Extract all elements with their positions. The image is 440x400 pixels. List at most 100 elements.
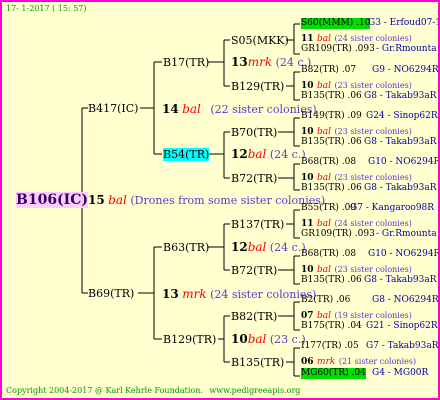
g4-num-3: 10 xyxy=(301,127,314,137)
g4-top-right-2: G9 - NO6294R xyxy=(372,65,439,75)
g4-top-2: B82(TR) .07 xyxy=(301,65,357,75)
g2-drones-3: 12bal (24 c.) xyxy=(231,240,306,254)
g4-bottom-right-1: - Gr.Rmounta xyxy=(376,44,437,54)
g4-bottom-5: GR109(TR) .093 xyxy=(301,229,375,239)
g4-bottom-7: B175(TR) .04 xyxy=(301,321,362,331)
g4-top-right-8: G7 - Takab93aR xyxy=(366,341,439,351)
g4-top-right-3: G24 - Sinop62R xyxy=(366,111,438,121)
g4-bottom-right-3: G8 - Takab93aR xyxy=(364,137,437,147)
g4-num-1: 11 xyxy=(301,34,314,44)
g4-top-8: I177(TR) .05 xyxy=(301,341,359,351)
g4-word-2: bal xyxy=(317,81,332,91)
g4-bottom-right-2: G8 - Takab93aR xyxy=(364,91,437,101)
footer: Copyright 2004-2017 @ Karl Kehrle Founda… xyxy=(6,386,300,396)
g4-top-1: S60(MMM) .10 xyxy=(301,18,371,29)
g4-bottom-1: GR109(TR) .093 xyxy=(301,44,375,54)
footer-copyright: Copyright 2004-2017 @ Karl Kehrle Founda… xyxy=(6,386,203,395)
g2-queen-2: B54(TR) xyxy=(163,148,210,161)
g1-queen-upper: B417(IC) xyxy=(88,102,139,115)
g4-num-2: 10 xyxy=(301,81,314,91)
g2-num-3: 12 xyxy=(231,240,248,254)
g4-bottom-6: B135(TR) .06 xyxy=(301,275,362,285)
g3-queen-6: B72(TR) xyxy=(231,264,278,277)
g4-drones-8: 06 mrk (21 sister colonies) xyxy=(301,354,416,368)
g1-num-upper: 14 xyxy=(162,102,179,116)
g4-note-6: (23 sister colonies) xyxy=(334,265,412,274)
g4-top-right-5: G7 - Kangaroo98R xyxy=(350,203,435,213)
g4-drones-1: 11 bal (24 sister colonies) xyxy=(301,31,412,45)
root-note: (Drones from some sister colonies) xyxy=(130,194,326,207)
g4-top-4: B68(TR) .08 xyxy=(301,157,357,167)
g4-word-4: bal xyxy=(317,173,332,183)
g4-bottom-2: B135(TR) .06 xyxy=(301,91,362,101)
g2-queen-1: B17(TR) xyxy=(163,56,210,69)
g3-queen-1: S05(MKK) xyxy=(231,34,289,47)
g4-num-7: 07 xyxy=(301,311,314,321)
g1-num-lower: 13 xyxy=(162,287,179,301)
g4-bottom-right-7: G21 - Sinop62R xyxy=(366,321,438,331)
g4-top-right-4: G10 - NO6294R xyxy=(368,157,440,167)
g4-top-right-6: G10 - NO6294R xyxy=(368,249,440,259)
g4-word-6: bal xyxy=(317,265,332,275)
g4-word-5: bal xyxy=(317,219,332,229)
g4-bottom-right-6: G8 - Takab93aR xyxy=(364,275,437,285)
g2-queen-3: B63(TR) xyxy=(163,241,210,254)
root-queen: B106(IC) xyxy=(16,192,88,208)
g4-note-1: (24 sister colonies) xyxy=(334,34,412,43)
g4-num-5: 11 xyxy=(301,219,314,229)
g2-queen-4: B129(TR) xyxy=(163,333,217,346)
g4-word-1: bal xyxy=(317,34,332,44)
g4-top-7: B2(TR) .06 xyxy=(301,295,351,305)
g2-word-4: bal xyxy=(247,332,267,346)
g4-bottom-right-5: - Gr.Rmounta xyxy=(376,229,437,239)
g2-drones-1: 13mrk (24 c.) xyxy=(231,55,311,69)
g3-queen-8: B135(TR) xyxy=(231,356,285,369)
g4-num-4: 10 xyxy=(301,173,314,183)
g2-num-4: 10 xyxy=(231,332,248,346)
g1-drones-upper: 14 bal (22 sister colonies) xyxy=(162,102,317,116)
pedigree-frame: 17- 1-2017 ( 15: 57) B106(IC) 15 bal (Dr… xyxy=(0,0,440,400)
g4-bottom-3: B135(TR) .06 xyxy=(301,137,362,147)
g2-word-2: bal xyxy=(247,147,267,161)
g4-word-3: bal xyxy=(317,127,332,137)
g4-word-7: bal xyxy=(317,311,332,321)
g4-drones-3: 10 bal (23 sister colonies) xyxy=(301,124,412,138)
g4-num-8: 06 xyxy=(301,357,314,367)
root-drones: 15 bal (Drones from some sister colonies… xyxy=(88,193,325,207)
g1-word-upper: bal xyxy=(182,102,201,116)
g4-note-4: (23 sister colonies) xyxy=(334,173,412,182)
root-word: bal xyxy=(108,193,127,207)
g4-drones-7: 07 bal (19 sister colonies) xyxy=(301,308,412,322)
g3-queen-7: B82(TR) xyxy=(231,310,278,323)
g3-queen-2: B129(TR) xyxy=(231,80,285,93)
g4-top-5: B55(TR) .09 xyxy=(301,203,357,213)
g2-drones-4: 10bal (23 c.) xyxy=(231,332,306,346)
date-text: 17- 1-2017 xyxy=(6,4,50,13)
g4-note-2: (23 sister colonies) xyxy=(334,81,412,90)
root-num: 15 xyxy=(88,193,105,207)
g2-word-3: bal xyxy=(247,240,267,254)
g4-word-8: mrk xyxy=(317,357,336,367)
g2-num-1: 13 xyxy=(231,55,248,69)
g4-drones-4: 10 bal (23 sister colonies) xyxy=(301,170,412,184)
g4-note-3: (23 sister colonies) xyxy=(334,127,412,136)
g4-top-right-7: G8 - NO6294R xyxy=(372,295,439,305)
header-date: 17- 1-2017 ( 15: 57) xyxy=(6,4,87,14)
g4-bottom-right-4: G8 - Takab93aR xyxy=(364,183,437,193)
g2-word-1: mrk xyxy=(247,55,273,69)
g4-bottom-8: MG60(TR) .04 xyxy=(301,368,366,379)
g4-bottom-4: B135(TR) .06 xyxy=(301,183,362,193)
g4-drones-5: 11 bal (24 sister colonies) xyxy=(301,216,412,230)
g2-drones-2: 12bal (24 c.) xyxy=(231,147,306,161)
footer-url[interactable]: www.pedigreeapis.org xyxy=(209,386,300,395)
time-text: ( 15: 57) xyxy=(52,4,87,13)
g4-note-7: (19 sister colonies) xyxy=(334,311,412,320)
g4-drones-6: 10 bal (23 sister colonies) xyxy=(301,262,412,276)
g4-num-6: 10 xyxy=(301,265,314,275)
g4-top-6: B68(TR) .08 xyxy=(301,249,357,259)
g1-drones-lower: 13 mrk (24 sister colonies) xyxy=(162,287,316,301)
g4-drones-2: 10 bal (23 sister colonies) xyxy=(301,78,412,92)
g4-bottom-right-8: G4 - MG00R xyxy=(372,368,429,378)
g4-top-right-1: G3 - Erfoud07-1Q xyxy=(368,18,438,28)
g3-queen-3: B70(TR) xyxy=(231,126,278,139)
